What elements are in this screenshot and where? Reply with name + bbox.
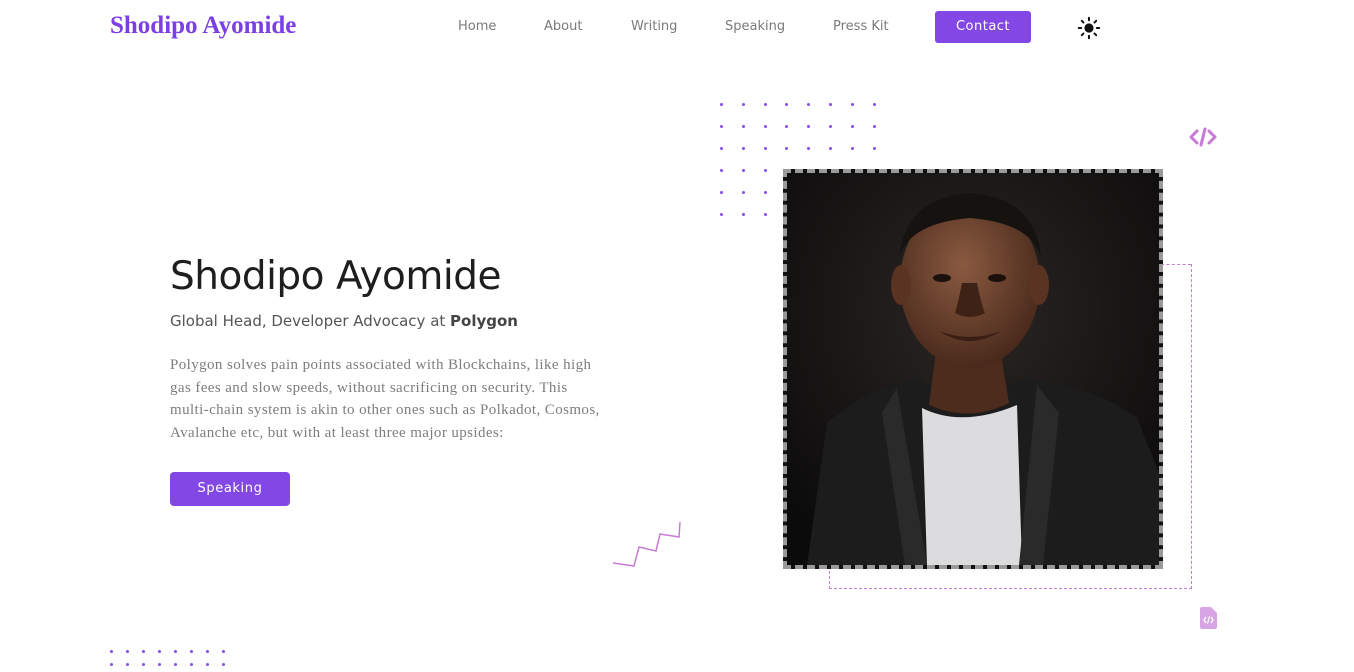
role-company: Polygon — [450, 312, 518, 330]
profile-photo — [783, 169, 1163, 569]
zigzag-line — [612, 520, 682, 572]
brand-logo-text[interactable]: Shodipo Ayomide — [110, 12, 296, 40]
nav-speaking[interactable]: Speaking — [725, 19, 785, 34]
nav-about[interactable]: About — [544, 19, 582, 34]
hero-title: Shodipo Ayomide — [170, 254, 502, 299]
sun-icon[interactable] — [1077, 16, 1101, 40]
speaking-button[interactable]: Speaking — [170, 472, 290, 506]
hero-description: Polygon solves pain points associated wi… — [170, 357, 600, 441]
role-prefix: Global Head, Developer Advocacy at — [170, 312, 451, 330]
dot-grid-bottom — [110, 650, 225, 666]
nav-home[interactable]: Home — [458, 19, 496, 34]
contact-button[interactable]: Contact — [935, 11, 1031, 43]
nav-press-kit[interactable]: Press Kit — [833, 19, 889, 34]
hero-role: Global Head, Developer Advocacy at Polyg… — [170, 312, 518, 330]
code-icon — [1189, 126, 1217, 152]
file-code-icon — [1200, 607, 1217, 633]
nav-writing[interactable]: Writing — [631, 19, 677, 34]
